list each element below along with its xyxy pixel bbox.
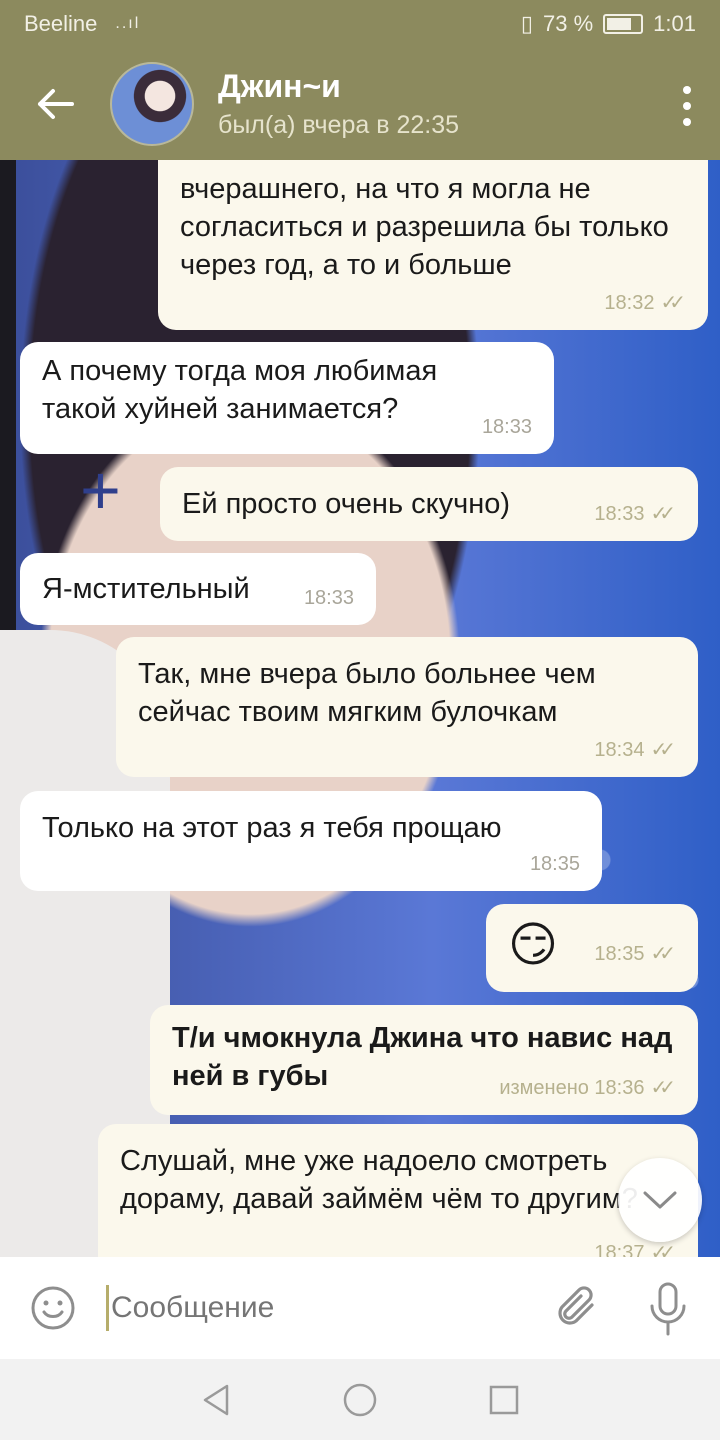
message-time: 18:37 <box>594 1242 645 1257</box>
smile-icon <box>31 1286 75 1330</box>
vibrate-icon: ▯ <box>520 11 534 36</box>
message-time: изменено 18:36 <box>499 1077 645 1099</box>
clock: 1:01 <box>653 11 696 36</box>
contact-name: Джин~и <box>218 68 341 104</box>
message-bubble[interactable]: Так, мне вчера было больнее чем сейчас т… <box>116 637 698 777</box>
back-button[interactable] <box>0 48 110 160</box>
message-time: 18:35 <box>529 853 580 875</box>
last-seen-status: был(а) вчера в 22:35 <box>218 111 460 139</box>
message-bubble[interactable]: Только на этот раз я тебя прощаю 18:35 <box>20 791 602 891</box>
message-time: 18:33 <box>594 503 645 525</box>
double-check-icon: ✓✓ <box>650 943 675 965</box>
signal-icon: ..ıl <box>115 15 141 32</box>
message-input[interactable] <box>111 1291 531 1325</box>
double-check-icon: ✓✓ <box>650 503 675 525</box>
message-text: Так, мне вчера было больнее чем сейчас т… <box>138 658 596 728</box>
mic-button[interactable] <box>646 1281 690 1337</box>
message-time: 18:33 <box>481 416 532 438</box>
message-text: Слушай, мне уже надоело смотреть дораму,… <box>120 1145 638 1215</box>
recent-apps-square-icon[interactable] <box>488 1384 520 1416</box>
paperclip-icon <box>558 1286 594 1325</box>
chat-header: Джин~и был(а) вчера в 22:35 <box>0 48 720 160</box>
message-bubble[interactable]: А почему тогда моя любимая такой хуйней … <box>20 342 554 454</box>
message-bubble[interactable]: Ей просто очень скучно) 18:33 ✓✓ <box>160 467 698 541</box>
more-vertical-icon[interactable] <box>682 86 692 126</box>
arrow-left-icon <box>38 89 74 119</box>
battery-icon <box>603 14 644 34</box>
message-time: 18:35 <box>594 943 645 965</box>
message-bubble[interactable]: Т/и чмокнула Джина что навис над ней в г… <box>150 1005 698 1115</box>
system-nav-bar <box>0 1359 720 1440</box>
message-bubble[interactable]: вчерашнего, на что я могла не согласитьс… <box>158 160 708 330</box>
message-time: 18:33 <box>303 587 354 609</box>
message-composer <box>0 1257 720 1359</box>
battery-percent: 73 % <box>543 11 594 36</box>
double-check-icon: ✓✓ <box>650 1077 675 1099</box>
message-bubble[interactable]: 😏 18:35 ✓✓ <box>486 904 698 992</box>
chat-title-block[interactable]: Джин~и был(а) вчера в 22:35 <box>218 68 459 140</box>
emoji-button[interactable] <box>0 1257 106 1359</box>
back-triangle-icon[interactable] <box>200 1383 232 1417</box>
message-text: вчерашнего, на что я могла не согласитьс… <box>180 173 669 281</box>
status-bar: Beeline ..ıl ▯ 73 % 1:01 <box>0 0 720 48</box>
message-time: 18:34 <box>594 739 645 761</box>
scroll-down-button[interactable] <box>618 1158 702 1242</box>
message-bubble[interactable]: Слушай, мне уже надоело смотреть дораму,… <box>98 1124 698 1257</box>
attach-button[interactable] <box>552 1283 602 1333</box>
message-text: А почему тогда моя любимая такой хуйней … <box>42 355 438 425</box>
microphone-icon <box>650 1282 686 1336</box>
message-time: 18:32 <box>604 292 655 314</box>
carrier-name: Beeline <box>24 11 98 36</box>
plus-decoration-icon: + <box>80 451 121 529</box>
double-check-icon: ✓✓ <box>650 739 675 761</box>
message-bubble[interactable]: Я-мстительный 18:33 <box>20 553 376 625</box>
chevron-down-icon <box>643 1191 677 1209</box>
home-circle-icon[interactable] <box>342 1382 378 1418</box>
double-check-icon: ✓✓ <box>660 292 685 314</box>
text-cursor <box>106 1285 109 1331</box>
message-list[interactable]: + вчерашнего, на что я могла не согласит… <box>0 160 720 1257</box>
message-text: Только на этот раз я тебя прощаю <box>42 812 502 844</box>
avatar[interactable] <box>110 62 194 146</box>
